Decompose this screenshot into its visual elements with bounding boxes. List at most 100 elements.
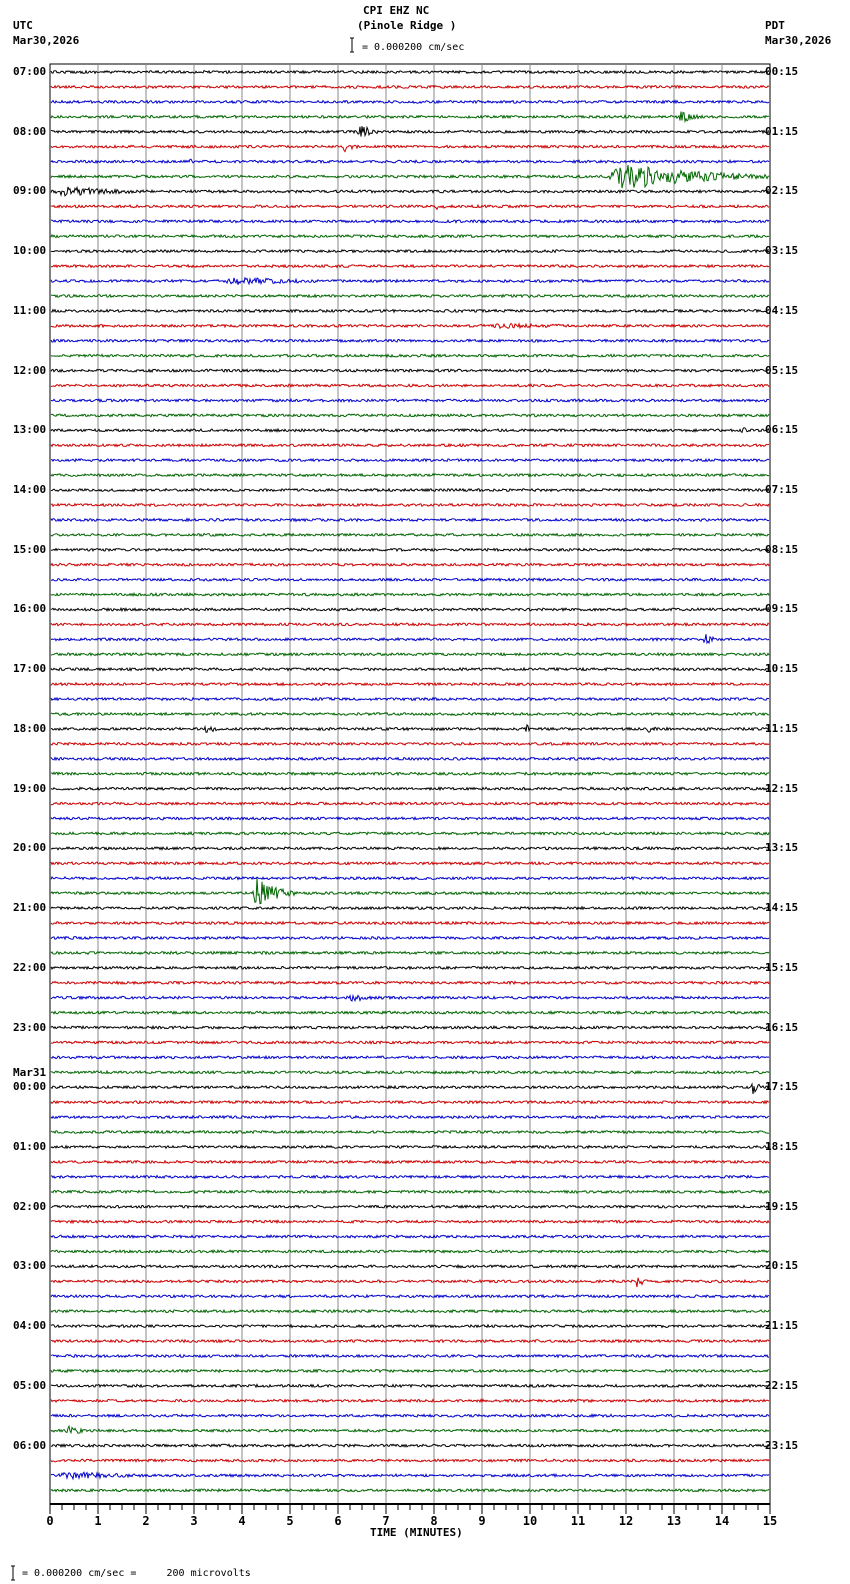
pdt-hour-label: 05:15 bbox=[765, 363, 799, 377]
utc-hour-label: 12:00 bbox=[13, 363, 47, 377]
seismic-trace bbox=[50, 1487, 770, 1493]
seismic-trace bbox=[50, 1144, 770, 1150]
seismic-trace bbox=[50, 69, 770, 75]
seismic-trace bbox=[50, 651, 770, 657]
pdt-hour-label: 23:15 bbox=[765, 1438, 799, 1452]
seismic-trace bbox=[50, 1010, 770, 1016]
seismic-trace bbox=[50, 830, 770, 836]
pdt-hour-label: 17:15 bbox=[765, 1080, 799, 1094]
utc-hour-label: 08:00 bbox=[13, 124, 47, 138]
seismic-trace bbox=[50, 1189, 770, 1195]
utc-hour-label: 17:00 bbox=[13, 662, 47, 676]
x-tick-label: 15 bbox=[763, 1514, 777, 1528]
seismic-trace bbox=[50, 263, 770, 269]
seismic-trace bbox=[50, 1424, 770, 1435]
seismic-trace bbox=[50, 592, 770, 598]
seismic-trace bbox=[50, 487, 770, 493]
seismic-trace bbox=[50, 338, 770, 344]
x-tick-label: 3 bbox=[190, 1514, 197, 1528]
seismic-trace bbox=[50, 164, 770, 189]
x-tick-label: 0 bbox=[46, 1514, 53, 1528]
pdt-hour-label: 00:15 bbox=[765, 65, 799, 78]
seismic-trace bbox=[50, 634, 770, 645]
seismic-trace bbox=[50, 1219, 770, 1225]
seismic-trace bbox=[50, 711, 770, 717]
seismic-trace bbox=[50, 293, 770, 299]
seismic-trace bbox=[50, 233, 770, 239]
seismic-trace bbox=[50, 786, 770, 792]
pdt-hour-label: 16:15 bbox=[765, 1020, 799, 1034]
utc-hour-label: 03:00 bbox=[13, 1259, 47, 1273]
pdt-hour-label: 04:15 bbox=[765, 303, 799, 317]
seismic-trace bbox=[50, 980, 770, 986]
pdt-hour-label: 02:15 bbox=[765, 184, 799, 198]
utc-hour-label: 20:00 bbox=[13, 841, 47, 855]
seismic-trace bbox=[50, 1114, 770, 1120]
seismic-trace bbox=[50, 427, 770, 434]
seismic-trace bbox=[50, 144, 770, 153]
seismic-trace bbox=[50, 878, 770, 905]
seismic-trace bbox=[50, 1249, 770, 1255]
utc-hour-label: 15:00 bbox=[13, 542, 47, 556]
seismogram-page: CPI EHZ NC (Pinole Ridge ) UTC Mar30,202… bbox=[0, 0, 850, 1584]
x-tick-label: 9 bbox=[478, 1514, 485, 1528]
seismic-trace bbox=[50, 756, 770, 762]
pdt-hour-label: 22:15 bbox=[765, 1378, 799, 1392]
utc-hour-label: 05:00 bbox=[13, 1378, 47, 1392]
pdt-hour-label: 21:15 bbox=[765, 1319, 799, 1333]
x-tick-label: 6 bbox=[334, 1514, 341, 1528]
seismic-trace bbox=[50, 308, 770, 314]
seismic-trace bbox=[50, 1471, 770, 1481]
pdt-hour-label: 14:15 bbox=[765, 901, 799, 915]
utc-hour-label: 01:00 bbox=[13, 1139, 47, 1153]
seismic-trace bbox=[50, 577, 770, 583]
pdt-hour-label: 20:15 bbox=[765, 1259, 799, 1273]
utc-hour-label: 07:00 bbox=[13, 65, 47, 78]
seismic-trace bbox=[50, 1054, 770, 1060]
x-tick-label: 12 bbox=[619, 1514, 633, 1528]
seismic-trace bbox=[50, 1308, 770, 1314]
seismic-trace bbox=[50, 1233, 770, 1239]
seismic-trace bbox=[50, 412, 770, 418]
seismic-trace bbox=[50, 353, 770, 359]
seismic-trace bbox=[50, 875, 770, 881]
seismic-trace bbox=[50, 1263, 770, 1269]
x-tick-label: 10 bbox=[523, 1514, 537, 1528]
seismic-trace bbox=[50, 1040, 770, 1045]
seismic-trace bbox=[50, 562, 770, 568]
seismic-trace bbox=[50, 368, 770, 374]
pdt-hour-label: 11:15 bbox=[765, 721, 799, 735]
seismic-trace bbox=[50, 681, 770, 687]
seismic-trace bbox=[51, 125, 770, 138]
seismic-trace bbox=[50, 203, 770, 211]
seismic-trace bbox=[50, 1099, 770, 1105]
pdt-hour-label: 18:15 bbox=[765, 1139, 799, 1153]
seismic-trace bbox=[50, 472, 770, 478]
seismic-trace bbox=[50, 696, 770, 702]
utc-hour-label: 06:00 bbox=[13, 1438, 47, 1452]
x-tick-label: 2 bbox=[142, 1514, 149, 1528]
seismic-trace bbox=[50, 276, 770, 286]
seismic-trace bbox=[50, 397, 770, 403]
seismic-trace bbox=[50, 1368, 769, 1374]
seismic-trace bbox=[50, 1082, 770, 1095]
utc-hour-label: 23:00 bbox=[13, 1020, 47, 1034]
utc-hour-label: 00:00 bbox=[13, 1080, 47, 1094]
seismic-trace bbox=[50, 1174, 770, 1180]
seismic-trace bbox=[51, 547, 770, 553]
seismic-trace bbox=[50, 666, 770, 672]
utc-hour-label: 21:00 bbox=[13, 901, 47, 915]
pdt-hour-label: 07:15 bbox=[765, 483, 799, 497]
seismic-trace bbox=[50, 1204, 770, 1210]
seismic-trace bbox=[50, 1277, 770, 1288]
seismic-trace bbox=[50, 860, 769, 866]
date-change-label: Mar31 bbox=[13, 1066, 47, 1080]
utc-hour-label: 13:00 bbox=[13, 423, 47, 437]
seismic-trace bbox=[50, 99, 770, 105]
seismic-trace bbox=[50, 1443, 770, 1449]
seismic-trace bbox=[50, 741, 770, 747]
pdt-hour-label: 01:15 bbox=[765, 124, 799, 138]
seismic-trace bbox=[50, 905, 770, 911]
seismic-trace bbox=[50, 935, 770, 941]
seismic-trace bbox=[50, 84, 770, 90]
